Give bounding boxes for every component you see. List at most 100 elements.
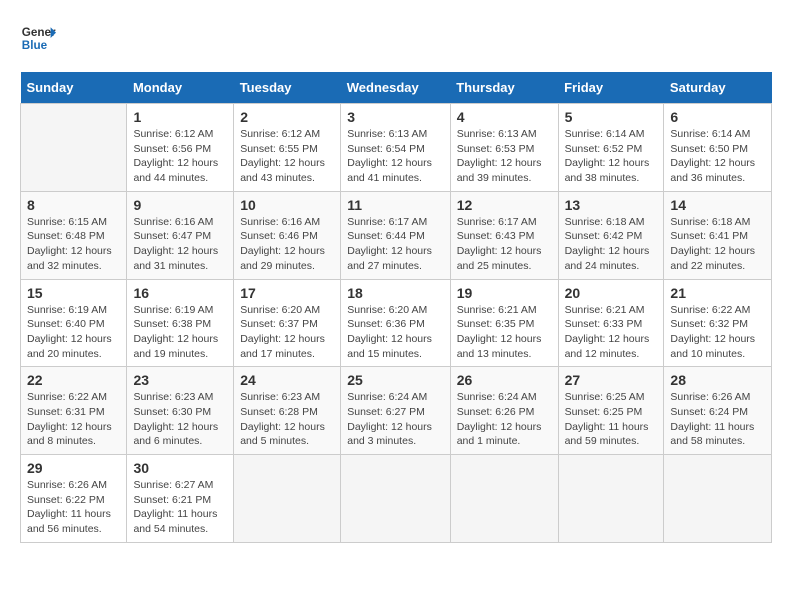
day-number: 23 [133,372,227,388]
calendar-cell: 28 Sunrise: 6:26 AMSunset: 6:24 PMDayligh… [664,367,772,455]
page-header: General Blue [20,20,772,56]
calendar-cell: 3 Sunrise: 6:13 AMSunset: 6:54 PMDaylight… [341,104,450,192]
day-info: Sunrise: 6:20 AMSunset: 6:36 PMDaylight:… [347,304,432,360]
calendar-cell: 13 Sunrise: 6:18 AMSunset: 6:42 PMDayligh… [558,191,664,279]
day-info: Sunrise: 6:12 AMSunset: 6:55 PMDaylight:… [240,128,325,184]
day-info: Sunrise: 6:13 AMSunset: 6:54 PMDaylight:… [347,128,432,184]
day-info: Sunrise: 6:25 AMSunset: 6:25 PMDaylight:… [565,391,649,447]
day-info: Sunrise: 6:18 AMSunset: 6:42 PMDaylight:… [565,216,650,272]
day-number: 24 [240,372,334,388]
day-number: 18 [347,285,443,301]
calendar-cell [341,455,450,543]
calendar-cell: 12 Sunrise: 6:17 AMSunset: 6:43 PMDayligh… [450,191,558,279]
svg-text:Blue: Blue [22,39,48,52]
calendar-cell [558,455,664,543]
day-number: 25 [347,372,443,388]
logo-icon: General Blue [20,20,56,56]
day-info: Sunrise: 6:26 AMSunset: 6:22 PMDaylight:… [27,479,111,535]
calendar-cell [21,104,127,192]
day-info: Sunrise: 6:21 AMSunset: 6:33 PMDaylight:… [565,304,650,360]
col-header-tuesday: Tuesday [234,72,341,104]
day-number: 29 [27,460,120,476]
day-info: Sunrise: 6:12 AMSunset: 6:56 PMDaylight:… [133,128,218,184]
calendar-cell: 19 Sunrise: 6:21 AMSunset: 6:35 PMDayligh… [450,279,558,367]
calendar-cell: 16 Sunrise: 6:19 AMSunset: 6:38 PMDayligh… [127,279,234,367]
day-info: Sunrise: 6:16 AMSunset: 6:47 PMDaylight:… [133,216,218,272]
day-info: Sunrise: 6:26 AMSunset: 6:24 PMDaylight:… [670,391,754,447]
day-info: Sunrise: 6:20 AMSunset: 6:37 PMDaylight:… [240,304,325,360]
day-info: Sunrise: 6:27 AMSunset: 6:21 PMDaylight:… [133,479,217,535]
calendar-cell: 10Sunrise: 6:16 AMSunset: 6:46 PMDayligh… [234,191,341,279]
day-number: 16 [133,285,227,301]
calendar-cell: 25 Sunrise: 6:24 AMSunset: 6:27 PMDayligh… [341,367,450,455]
calendar-cell: 5Sunrise: 6:14 AMSunset: 6:52 PMDaylight… [558,104,664,192]
day-number: 12 [457,197,552,213]
day-number: 21 [670,285,765,301]
calendar-cell: 2Sunrise: 6:12 AMSunset: 6:55 PMDaylight… [234,104,341,192]
day-number: 15 [27,285,120,301]
day-number: 27 [565,372,658,388]
day-number: 8 [27,197,120,213]
col-header-monday: Monday [127,72,234,104]
day-info: Sunrise: 6:17 AMSunset: 6:43 PMDaylight:… [457,216,542,272]
calendar-week-4: 29 Sunrise: 6:26 AMSunset: 6:22 PMDayligh… [21,455,772,543]
col-header-sunday: Sunday [21,72,127,104]
calendar-cell [450,455,558,543]
calendar-week-1: 8 Sunrise: 6:15 AMSunset: 6:48 PMDaylight… [21,191,772,279]
day-number: 3 [347,109,443,125]
calendar-cell: 22 Sunrise: 6:22 AMSunset: 6:31 PMDayligh… [21,367,127,455]
day-info: Sunrise: 6:22 AMSunset: 6:31 PMDaylight:… [27,391,112,447]
col-header-wednesday: Wednesday [341,72,450,104]
day-number: 9 [133,197,227,213]
day-number: 1 [133,109,227,125]
calendar-cell: 4 Sunrise: 6:13 AMSunset: 6:53 PMDaylight… [450,104,558,192]
day-number: 5 [565,109,658,125]
calendar-week-0: 1 Sunrise: 6:12 AMSunset: 6:56 PMDaylight… [21,104,772,192]
calendar-cell: 30 Sunrise: 6:27 AMSunset: 6:21 PMDayligh… [127,455,234,543]
calendar-cell: 26Sunrise: 6:24 AMSunset: 6:26 PMDayligh… [450,367,558,455]
calendar-week-2: 15 Sunrise: 6:19 AMSunset: 6:40 PMDayligh… [21,279,772,367]
day-info: Sunrise: 6:21 AMSunset: 6:35 PMDaylight:… [457,304,542,360]
calendar-cell: 14Sunrise: 6:18 AMSunset: 6:41 PMDayligh… [664,191,772,279]
day-number: 20 [565,285,658,301]
col-header-saturday: Saturday [664,72,772,104]
calendar-table: SundayMondayTuesdayWednesdayThursdayFrid… [20,72,772,543]
day-number: 30 [133,460,227,476]
calendar-cell: 9 Sunrise: 6:16 AMSunset: 6:47 PMDaylight… [127,191,234,279]
calendar-cell: 21Sunrise: 6:22 AMSunset: 6:32 PMDayligh… [664,279,772,367]
day-info: Sunrise: 6:15 AMSunset: 6:48 PMDaylight:… [27,216,112,272]
column-headers: SundayMondayTuesdayWednesdayThursdayFrid… [21,72,772,104]
day-info: Sunrise: 6:13 AMSunset: 6:53 PMDaylight:… [457,128,542,184]
col-header-thursday: Thursday [450,72,558,104]
calendar-cell: 23 Sunrise: 6:23 AMSunset: 6:30 PMDayligh… [127,367,234,455]
day-info: Sunrise: 6:24 AMSunset: 6:27 PMDaylight:… [347,391,432,447]
calendar-cell: 15 Sunrise: 6:19 AMSunset: 6:40 PMDayligh… [21,279,127,367]
calendar-cell: 11 Sunrise: 6:17 AMSunset: 6:44 PMDayligh… [341,191,450,279]
day-info: Sunrise: 6:17 AMSunset: 6:44 PMDaylight:… [347,216,432,272]
logo: General Blue [20,20,56,56]
day-number: 28 [670,372,765,388]
calendar-cell: 8 Sunrise: 6:15 AMSunset: 6:48 PMDaylight… [21,191,127,279]
day-number: 22 [27,372,120,388]
day-number: 11 [347,197,443,213]
calendar-cell: 24 Sunrise: 6:23 AMSunset: 6:28 PMDayligh… [234,367,341,455]
day-number: 13 [565,197,658,213]
day-number: 10 [240,197,334,213]
day-number: 4 [457,109,552,125]
calendar-week-3: 22 Sunrise: 6:22 AMSunset: 6:31 PMDayligh… [21,367,772,455]
day-info: Sunrise: 6:18 AMSunset: 6:41 PMDaylight:… [670,216,755,272]
day-info: Sunrise: 6:19 AMSunset: 6:38 PMDaylight:… [133,304,218,360]
day-info: Sunrise: 6:19 AMSunset: 6:40 PMDaylight:… [27,304,112,360]
col-header-friday: Friday [558,72,664,104]
day-info: Sunrise: 6:14 AMSunset: 6:50 PMDaylight:… [670,128,755,184]
calendar-cell: 18 Sunrise: 6:20 AMSunset: 6:36 PMDayligh… [341,279,450,367]
day-number: 6 [670,109,765,125]
day-info: Sunrise: 6:23 AMSunset: 6:30 PMDaylight:… [133,391,218,447]
calendar-body: 1 Sunrise: 6:12 AMSunset: 6:56 PMDaylight… [21,104,772,543]
day-number: 19 [457,285,552,301]
calendar-cell: 29 Sunrise: 6:26 AMSunset: 6:22 PMDayligh… [21,455,127,543]
day-info: Sunrise: 6:23 AMSunset: 6:28 PMDaylight:… [240,391,325,447]
calendar-cell: 1 Sunrise: 6:12 AMSunset: 6:56 PMDaylight… [127,104,234,192]
calendar-cell: 6 Sunrise: 6:14 AMSunset: 6:50 PMDaylight… [664,104,772,192]
day-number: 26 [457,372,552,388]
